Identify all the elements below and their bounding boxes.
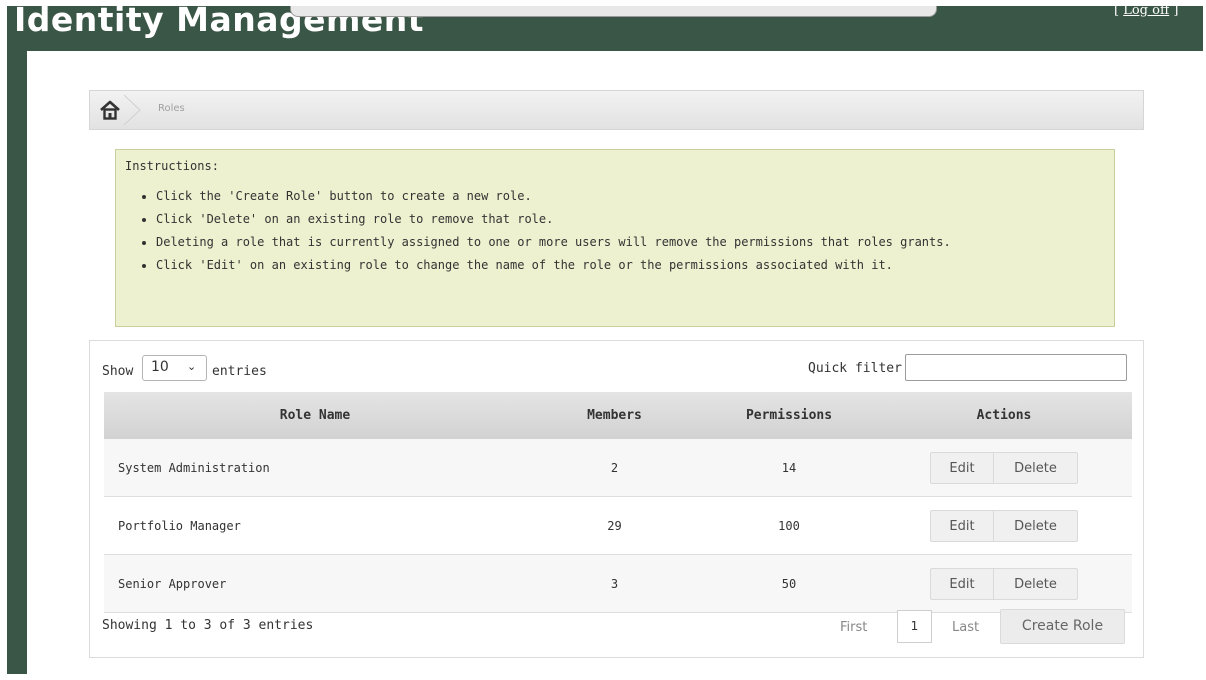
breadcrumb-separator (123, 95, 141, 125)
instructions-panel: Instructions: Click the 'Create Role' bu… (115, 149, 1115, 327)
permissions-cell: 100 (702, 496, 876, 555)
edit-button[interactable]: Edit (930, 451, 994, 484)
permissions-cell: 14 (702, 439, 876, 497)
delete-button[interactable]: Delete (994, 451, 1078, 484)
instruction-item: Deleting a role that is currently assign… (156, 231, 951, 254)
pager-last[interactable]: Last (952, 620, 979, 635)
instruction-item: Click 'Edit' on an existing role to chan… (156, 254, 951, 277)
logoff-bracket-right: ] (1169, 3, 1179, 18)
logoff-area: [ Log off ] (1114, 3, 1178, 18)
role-name-cell: Portfolio Manager (104, 496, 527, 555)
quick-filter-label: Quick filter: (808, 361, 910, 376)
entries-label: entries (212, 364, 267, 379)
permissions-cell: 50 (702, 554, 876, 613)
instructions-heading: Instructions: (125, 159, 219, 173)
quick-filter-input[interactable] (905, 354, 1127, 381)
actions-cell: Edit Delete (876, 439, 1132, 497)
table-row: System Administration 2 14 Edit Delete (104, 439, 1132, 497)
logoff-bracket-left: [ (1114, 3, 1124, 18)
delete-button[interactable]: Delete (994, 567, 1078, 600)
roles-table: Role Name Members Permissions Actions Sy… (104, 392, 1132, 613)
column-header-role-name[interactable]: Role Name (104, 392, 527, 439)
top-address-bar[interactable] (290, 6, 937, 17)
app-frame: Identity Management [ Log off ] Roles In… (7, 3, 1206, 680)
members-cell: 3 (527, 554, 702, 613)
breadcrumb-current: Roles (158, 103, 185, 114)
main-content: Roles Instructions: Click the 'Create Ro… (27, 51, 1206, 680)
role-name-cell: System Administration (104, 439, 527, 497)
logoff-link[interactable]: Log off (1123, 3, 1169, 18)
column-header-members[interactable]: Members (527, 392, 702, 439)
table-info: Showing 1 to 3 of 3 entries (102, 618, 314, 633)
actions-cell: Edit Delete (876, 554, 1132, 613)
roles-table-panel: Show 10 ⌄ entries Quick filter: Role Nam… (89, 340, 1144, 658)
page-size-select[interactable]: 10 ⌄ (142, 355, 207, 381)
delete-button[interactable]: Delete (994, 509, 1078, 542)
actions-cell: Edit Delete (876, 496, 1132, 555)
instruction-item: Click 'Delete' on an existing role to re… (156, 208, 951, 231)
table-row: Senior Approver 3 50 Edit Delete (104, 554, 1132, 613)
instructions-list: Click the 'Create Role' button to create… (134, 185, 951, 277)
members-cell: 2 (527, 439, 702, 497)
show-label: Show (102, 364, 134, 379)
pager-first[interactable]: First (840, 620, 867, 635)
chevron-down-icon: ⌄ (187, 360, 197, 373)
table-row: Portfolio Manager 29 100 Edit Delete (104, 496, 1132, 555)
table-header-row: Role Name Members Permissions Actions (104, 392, 1132, 439)
pager-page-1[interactable]: 1 (897, 610, 932, 643)
edit-button[interactable]: Edit (930, 509, 994, 542)
page-size-value: 10 (151, 359, 169, 375)
instruction-item: Click the 'Create Role' button to create… (156, 185, 951, 208)
create-role-button[interactable]: Create Role (1000, 609, 1125, 644)
breadcrumb: Roles (89, 90, 1144, 130)
members-cell: 29 (527, 496, 702, 555)
column-header-permissions[interactable]: Permissions (702, 392, 876, 439)
edit-button[interactable]: Edit (930, 567, 994, 600)
role-name-cell: Senior Approver (104, 554, 527, 613)
column-header-actions: Actions (876, 392, 1132, 439)
